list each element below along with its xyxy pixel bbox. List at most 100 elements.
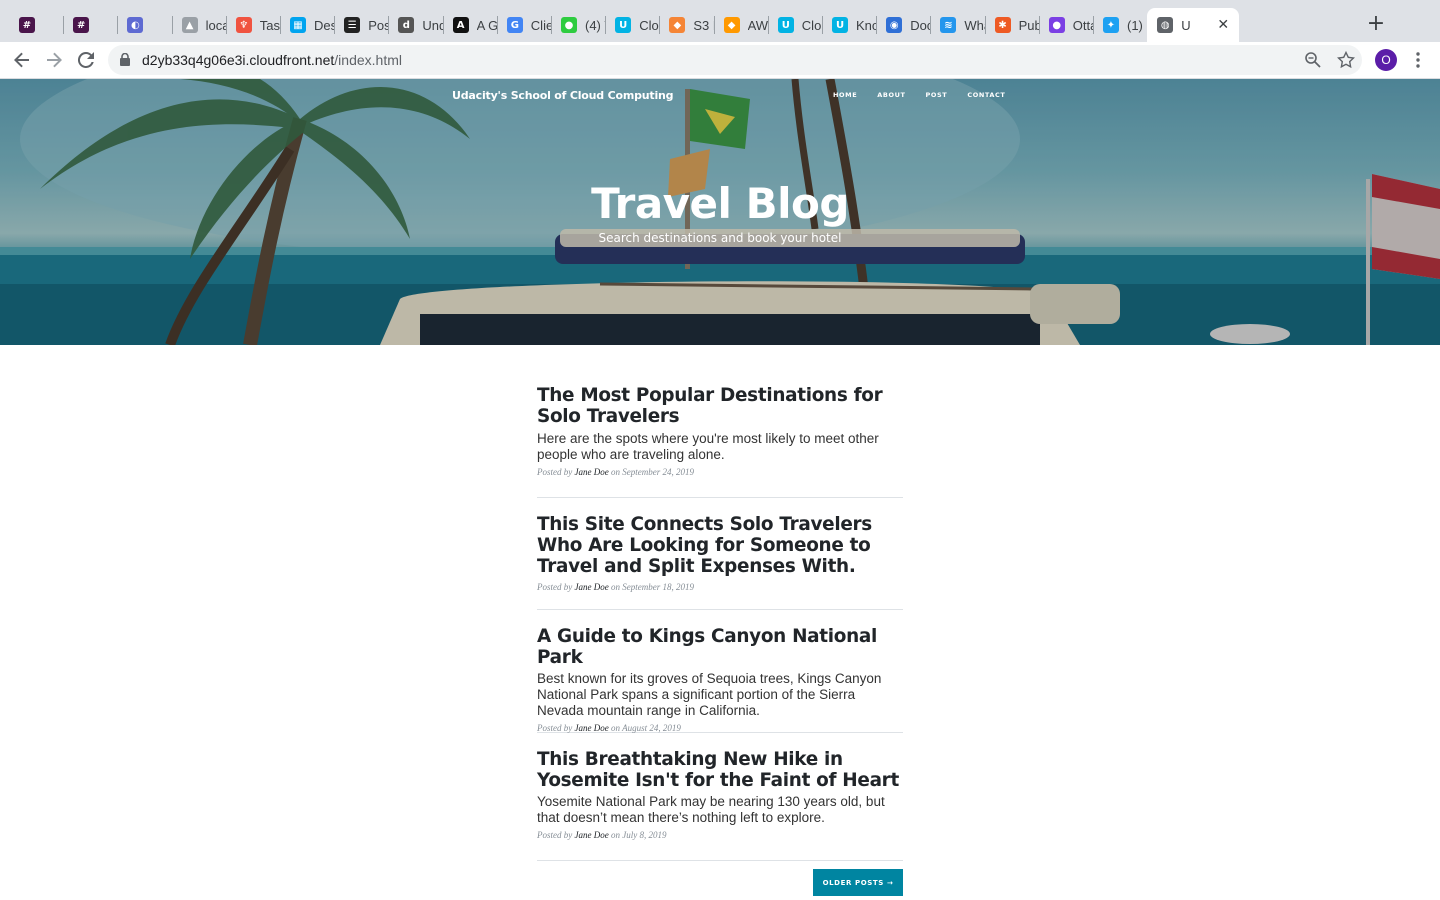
browser-tab[interactable]: A A Gu (443, 8, 497, 42)
post-subtitle[interactable]: Yosemite National Park may be nearing 13… (537, 794, 903, 826)
tab-title: AWS (747, 17, 768, 33)
zoom-icon[interactable] (1304, 51, 1322, 69)
tab-title: Knov (856, 17, 877, 33)
tab-title: Desi (314, 17, 335, 33)
browser-tab[interactable]: ● (4) V (551, 8, 605, 42)
laravel-icon: ♆ (235, 17, 252, 33)
hero-header: Udacity's School of Cloud Computing HOME… (0, 79, 1440, 345)
url-text[interactable]: d2yb33q4g06e3i.cloudfront.net/index.html (142, 52, 402, 68)
hero-title: Travel Blog (591, 179, 849, 228)
post-meta: Posted by Jane Doe on September 24, 2019 (537, 467, 903, 477)
tab-strip: # # ◐ ▲ loca ♆ Task ▦ Desi ☰ Postd Und A A Gu G Clier ● (… (0, 0, 1440, 42)
browser-tab[interactable]: U Clou (605, 8, 659, 42)
post-title[interactable]: This Site Connects Solo Travelers Who Ar… (537, 514, 903, 577)
tab-title: Clou (801, 17, 822, 33)
postman-icon: ☰ (344, 17, 361, 33)
post-author[interactable]: Jane Doe (575, 467, 609, 477)
nav-about[interactable]: ABOUT (877, 91, 905, 99)
post-date: on August 24, 2019 (610, 723, 681, 733)
post-preview[interactable]: A Guide to Kings Canyon National Park Be… (537, 610, 903, 733)
nav-contact[interactable]: CONTACT (967, 91, 1005, 99)
post-title[interactable]: A Guide to Kings Canyon National Park (537, 626, 903, 668)
browser-tab[interactable]: ● Otta (1039, 8, 1093, 42)
tab-title: Task (259, 17, 280, 33)
new-tab-button[interactable]: + (1364, 13, 1388, 37)
tab-title: Clou (639, 17, 659, 33)
udacity-icon: U (777, 17, 794, 33)
posted-by-label: Posted by (537, 723, 573, 733)
post-title[interactable]: The Most Popular Destinations for Solo T… (537, 385, 903, 427)
menu-icon[interactable] (1410, 50, 1426, 70)
back-icon[interactable] (10, 48, 34, 72)
older-posts-button[interactable]: OLDER POSTS → (813, 869, 903, 896)
browser-tab[interactable]: ◆ AWS (714, 8, 768, 42)
tab-title: Wha (964, 17, 984, 33)
browser-tab[interactable]: ▦ Desi (280, 8, 334, 42)
url-path: /index.html (334, 52, 402, 68)
post-author[interactable]: Jane Doe (575, 830, 609, 840)
post-date: on September 18, 2019 (610, 582, 694, 592)
browser-tab[interactable]: ✱ Publ (985, 8, 1039, 42)
post-date: on September 24, 2019 (610, 467, 694, 477)
post-author[interactable]: Jane Doe (575, 723, 609, 733)
post-meta: Posted by Jane Doe on August 24, 2019 (537, 723, 903, 733)
nav-home[interactable]: HOME (833, 91, 857, 99)
aws-s3-icon: ◆ (669, 17, 686, 33)
slack-icon: # (19, 17, 35, 33)
browser-tab[interactable]: # (9, 8, 63, 42)
browser-tab[interactable]: U Knov (822, 8, 876, 42)
browser-tab[interactable]: ◆ S3 N (659, 8, 714, 42)
post-meta: Posted by Jane Doe on September 18, 2019 (537, 582, 903, 592)
linear-icon: ◐ (127, 17, 144, 33)
browser-tab[interactable]: ◐ (117, 8, 171, 42)
post-title[interactable]: This Breathtaking New Hike in Yosemite I… (537, 749, 903, 791)
docker-icon: ≋ (940, 17, 957, 33)
globe-icon: ◍ (1157, 17, 1174, 33)
forward-icon[interactable] (42, 48, 66, 72)
tab-title: Doc (910, 17, 931, 33)
site-brand[interactable]: Udacity's School of Cloud Computing (452, 89, 674, 102)
browser-tab[interactable]: d Und (388, 8, 443, 42)
tab-title: Otta (1072, 17, 1093, 33)
local-icon: ▲ (181, 17, 198, 33)
browser-tab[interactable]: ☰ Post (334, 8, 388, 42)
browser-tab[interactable]: ◍ U ✕ (1147, 8, 1240, 42)
udacity-icon: U (615, 17, 632, 33)
browser-tab[interactable]: ◉ Doc (876, 8, 930, 42)
tab-title: Publ (1018, 17, 1039, 33)
browser-tab[interactable]: G Clier (497, 8, 551, 42)
tab-title: (1) F (1127, 17, 1147, 33)
browser-tab[interactable]: ✦ (1) F (1093, 8, 1147, 42)
post-preview[interactable]: The Most Popular Destinations for Solo T… (537, 385, 903, 498)
address-bar[interactable]: d2yb33q4g06e3i.cloudfront.net/index.html (108, 45, 1362, 75)
aw-icon: A (452, 17, 469, 33)
messenger-icon: ● (561, 17, 577, 33)
close-tab-icon[interactable]: ✕ (1215, 17, 1231, 33)
post-date: on July 8, 2019 (610, 830, 667, 840)
browser-toolbar: d2yb33q4g06e3i.cloudfront.net/index.html… (0, 42, 1440, 79)
site-nav: HOME ABOUT POST CONTACT (833, 91, 1025, 99)
post-subtitle[interactable]: Here are the spots where you're most lik… (537, 431, 903, 463)
browser-tab[interactable]: ≋ Wha (930, 8, 985, 42)
post-author[interactable]: Jane Doe (575, 582, 609, 592)
post-preview[interactable]: This Site Connects Solo Travelers Who Ar… (537, 498, 903, 610)
post-preview[interactable]: This Breathtaking New Hike in Yosemite I… (537, 733, 903, 861)
browser-tab[interactable]: ♆ Task (226, 8, 280, 42)
tab-title: Post (368, 17, 389, 33)
tab-title: Clier (530, 17, 551, 33)
tab-title: A Gu (476, 17, 497, 33)
browser-tab[interactable]: ▲ loca (172, 8, 226, 42)
tab-title: Und (422, 17, 442, 33)
browser-tab[interactable]: # (63, 8, 117, 42)
nav-post[interactable]: POST (926, 91, 948, 99)
tab-title: (4) V (585, 17, 605, 33)
url-host: d2yb33q4g06e3i.cloudfront.net (142, 52, 335, 68)
profile-avatar[interactable]: O (1375, 49, 1397, 71)
post-list: The Most Popular Destinations for Solo T… (537, 385, 903, 861)
post-subtitle[interactable]: Best known for its groves of Sequoia tre… (537, 671, 903, 719)
bookmark-star-icon[interactable] (1336, 50, 1356, 69)
reload-icon[interactable] (74, 48, 98, 72)
google-icon: G (506, 17, 523, 33)
browser-tab[interactable]: U Clou (768, 8, 822, 42)
lock-icon[interactable] (120, 52, 130, 71)
